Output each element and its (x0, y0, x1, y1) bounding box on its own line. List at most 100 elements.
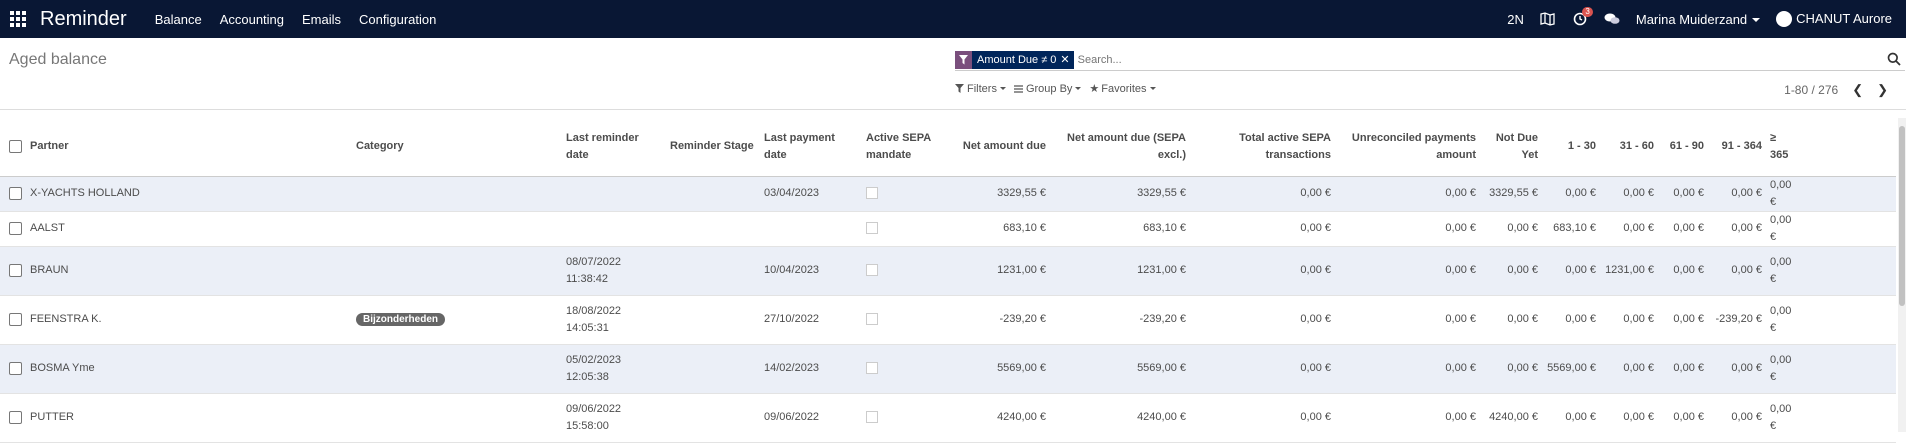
col-91-364[interactable]: 91 - 364 (1708, 118, 1766, 177)
menu-accounting[interactable]: Accounting (220, 12, 284, 27)
scrollbar-thumb[interactable] (1899, 126, 1905, 306)
col-net-amount-due-sepa[interactable]: Net amount due (SEPA excl.) (1050, 118, 1190, 177)
col-net-amount-due[interactable]: Net amount due (942, 118, 1050, 177)
map-icon[interactable] (1540, 11, 1556, 27)
cell-d4: 0,00 € (1708, 246, 1766, 296)
table-row[interactable]: BOSMA Yme 05/02/2023 12:05:38 14/02/2023 556… (0, 344, 1896, 394)
row-checkbox[interactable] (9, 410, 22, 424)
company-switcher[interactable]: 2N (1507, 12, 1524, 27)
scrollbar[interactable] (1898, 118, 1906, 432)
company-user-menu[interactable]: CHANUT Aurore (1776, 11, 1892, 28)
reminder-time: 11:38:42 (566, 272, 609, 285)
apps-menu-icon[interactable] (10, 11, 26, 27)
cell-partner: BRAUN (26, 246, 352, 296)
select-all-checkbox[interactable] (9, 139, 22, 153)
row-checkbox[interactable] (9, 263, 22, 277)
table-row[interactable]: FEENSTRA K. Bijzonderheden 18/08/2022 14:05… (0, 295, 1896, 345)
cell-d3: 0,00 € (1658, 176, 1708, 212)
table-row[interactable]: X-YACHTS HOLLAND 03/04/2023 3329,55 €3329,… (0, 176, 1896, 212)
cell-active-sepa-mandate (862, 393, 942, 443)
cell-net: 3329,55 € (942, 176, 1050, 212)
top-navbar: Reminder Balance Accounting Emails Confi… (0, 0, 1906, 38)
user-name: Marina Muiderzand (1635, 11, 1748, 27)
cell-net-sepa: -239,20 € (1050, 295, 1190, 345)
search-icon[interactable] (1887, 52, 1903, 68)
close-icon[interactable]: ✕ (1060, 53, 1073, 66)
page-title: Aged balance (9, 51, 107, 68)
col-last-payment-date[interactable]: Last payment date (760, 118, 862, 177)
col-active-sepa-mandate[interactable]: Active SEPA mandate (862, 118, 942, 177)
search-input[interactable] (1077, 53, 1887, 66)
col-category[interactable]: Category (352, 118, 562, 177)
cell-d2: 0,00 € (1600, 344, 1658, 394)
row-checkbox[interactable] (9, 186, 22, 200)
col-31-60[interactable]: 31 - 60 (1600, 118, 1658, 177)
cell-d5: 0,00 € (1766, 176, 1896, 212)
cell-unrec: 0,00 € (1335, 211, 1480, 247)
cell-d2: 0,00 € (1600, 211, 1658, 247)
activity-clock-icon[interactable]: 3 (1572, 7, 1593, 27)
cell-net: -239,20 € (942, 295, 1050, 345)
cell-d2: 0,00 € (1600, 295, 1658, 345)
sepa-mandate-checkbox (866, 411, 878, 424)
cell-last-payment-date: 14/02/2023 (760, 344, 862, 394)
search-facet[interactable]: Amount Due ≠ 0 ✕ (955, 50, 1074, 69)
cell-d4: -239,20 € (1708, 295, 1766, 345)
col-not-due-yet[interactable]: Not Due Yet (1480, 118, 1542, 177)
cell-d1: 683,10 € (1542, 211, 1600, 247)
col-last-reminder-date[interactable]: Last reminder date (562, 118, 666, 177)
table-row[interactable]: AALST 683,10 €683,10 €0,00 €0,00 €0,00 €6… (0, 211, 1896, 247)
cell-d5: 0,00 € (1766, 295, 1896, 345)
reminder-time: 12:05:38 (566, 370, 609, 383)
table-row[interactable]: BRAUN 08/07/2022 11:38:42 10/04/2023 1231,00… (0, 246, 1896, 296)
cell-d2: 1231,00 € (1600, 246, 1658, 296)
pager-value[interactable]: 1-80 / 276 (1784, 83, 1838, 97)
row-checkbox[interactable] (9, 312, 22, 326)
cell-active-sepa-mandate (862, 211, 942, 247)
col-1-30[interactable]: 1 - 30 (1542, 118, 1600, 177)
cell-sepa: 0,00 € (1190, 344, 1335, 394)
cell-net: 1231,00 € (942, 246, 1050, 296)
chevron-right-icon[interactable]: ❯ (1877, 82, 1888, 98)
menu-configuration[interactable]: Configuration (359, 12, 436, 27)
chevron-down-icon (1149, 87, 1156, 90)
col-365[interactable]: ≥ 365 (1766, 118, 1896, 177)
col-reminder-stage[interactable]: Reminder Stage (666, 118, 760, 177)
chat-icon[interactable] (1604, 11, 1620, 27)
cell-d1: 0,00 € (1542, 295, 1600, 345)
cell-partner: PUTTER (26, 393, 352, 443)
col-total-active-sepa[interactable]: Total active SEPA transactions (1190, 118, 1335, 177)
cell-active-sepa-mandate (862, 344, 942, 394)
cell-d4: 0,00 € (1708, 176, 1766, 212)
menu-emails[interactable]: Emails (302, 12, 341, 27)
col-unreconciled[interactable]: Unreconciled payments amount (1335, 118, 1480, 177)
app-brand[interactable]: Reminder (40, 8, 127, 31)
filters-dropdown[interactable]: Filters (955, 82, 1006, 95)
cell-partner: AALST (26, 211, 352, 247)
col-partner[interactable]: Partner (26, 118, 352, 177)
row-checkbox[interactable] (9, 221, 22, 235)
table-row[interactable]: PUTTER 09/06/2022 15:58:00 09/06/2022 4240,0… (0, 393, 1896, 443)
company-user-name: CHANUT Aurore (1796, 10, 1892, 26)
search-bar: Amount Due ≠ 0 ✕ (955, 49, 1905, 71)
chevron-left-icon[interactable]: ❮ (1852, 82, 1863, 98)
menu-balance[interactable]: Balance (155, 12, 202, 27)
control-panel: Aged balance Amount Due ≠ 0 ✕ Filters Gr… (0, 38, 1906, 110)
cell-not-due: 0,00 € (1480, 344, 1542, 394)
cell-d1: 0,00 € (1542, 393, 1600, 443)
table-header: Partner Category Last reminder date Remi… (0, 118, 1896, 177)
sepa-mandate-checkbox (866, 187, 878, 200)
cell-d1: 5569,00 € (1542, 344, 1600, 394)
col-61-90[interactable]: 61 - 90 (1658, 118, 1708, 177)
group-by-dropdown[interactable]: Group By (1013, 82, 1082, 95)
cell-reminder-stage (666, 176, 760, 212)
cell-sepa: 0,00 € (1190, 295, 1335, 345)
cell-not-due: 4240,00 € (1480, 393, 1542, 443)
favorites-dropdown[interactable]: ★ Favorites (1089, 82, 1156, 95)
user-menu[interactable]: Marina Muiderzand (1635, 11, 1761, 27)
cell-category (352, 246, 562, 296)
row-checkbox[interactable] (9, 361, 22, 375)
cell-category (352, 344, 562, 394)
filters-label: Filters (967, 82, 997, 95)
cell-d2: 0,00 € (1600, 176, 1658, 212)
